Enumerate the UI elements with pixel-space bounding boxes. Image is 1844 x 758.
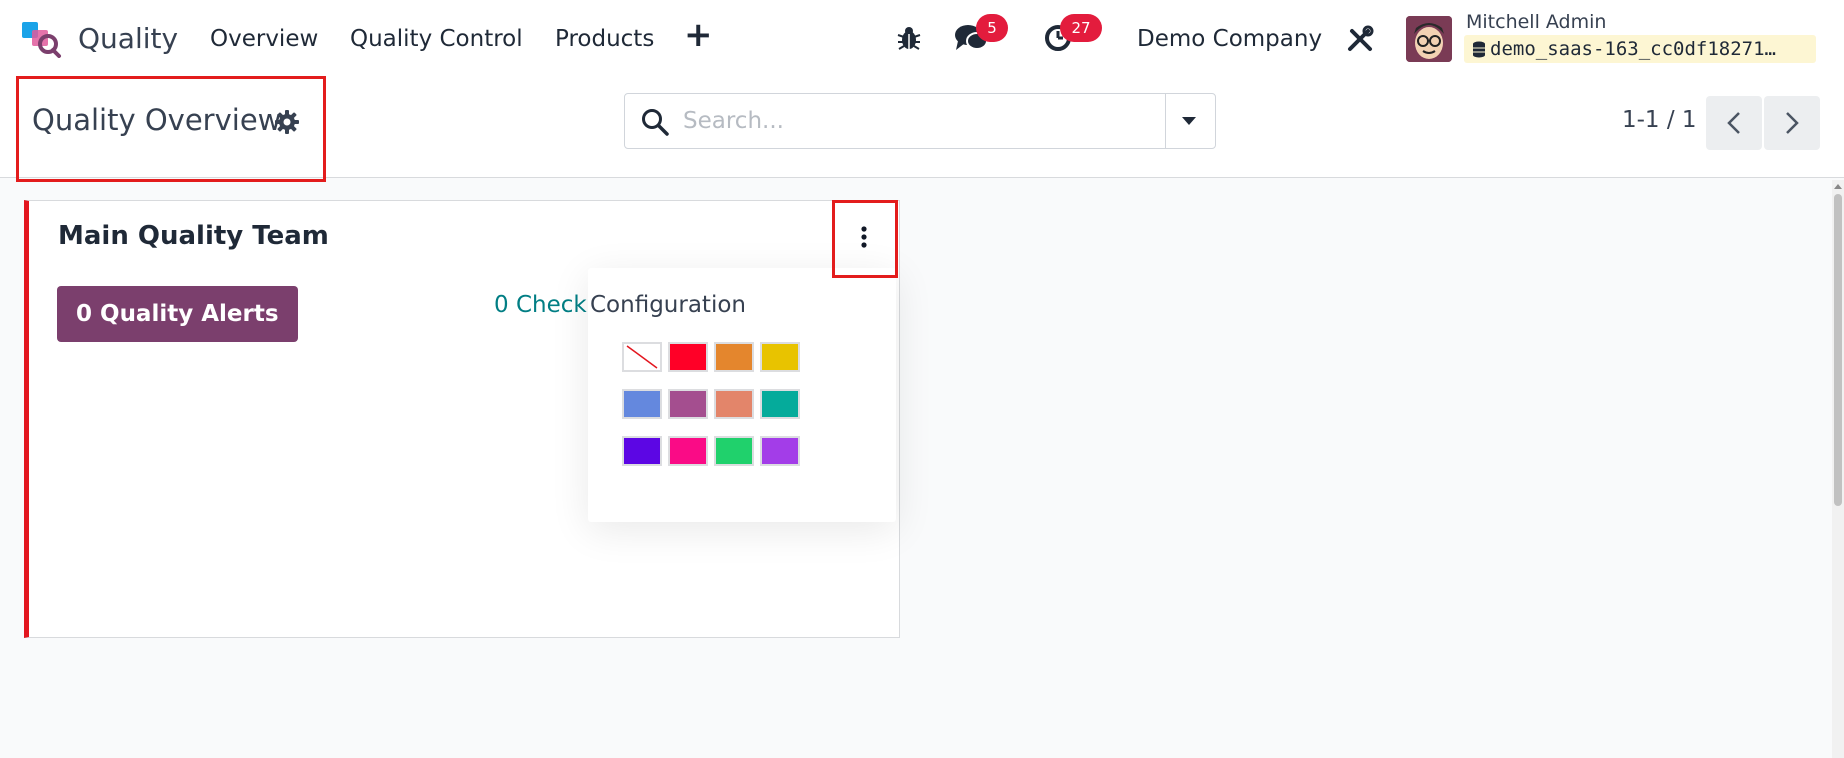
color-swatch-teal[interactable] (760, 389, 800, 419)
chevron-left-icon (1727, 112, 1740, 134)
color-swatch-salmon[interactable] (714, 389, 754, 419)
chevron-right-icon (1786, 112, 1799, 134)
search-input[interactable] (683, 104, 1143, 138)
color-swatch-orange[interactable] (714, 342, 754, 372)
search-bar (624, 93, 1216, 149)
pager-next-button[interactable] (1764, 96, 1820, 150)
user-avatar[interactable] (1406, 16, 1452, 62)
database-name: demo_saas-163_cc0df18271… (1490, 38, 1776, 60)
search-divider (1165, 94, 1166, 148)
app-name[interactable]: Quality (78, 22, 178, 55)
color-swatch-green[interactable] (714, 436, 754, 466)
pager-value[interactable]: 1-1 / 1 (1622, 107, 1697, 133)
database-icon (1473, 41, 1485, 58)
top-navbar: Quality Overview Quality Control Product… (0, 0, 1844, 76)
pager-previous-button[interactable] (1706, 96, 1762, 150)
quality-alerts-button[interactable]: 0 Quality Alerts (57, 286, 298, 342)
menu-highlight-box (832, 200, 898, 278)
menu-quality-control[interactable]: Quality Control (350, 26, 523, 52)
activities-badge: 27 (1060, 14, 1102, 42)
color-swatch-pink[interactable] (668, 436, 708, 466)
bug-icon[interactable] (896, 25, 922, 51)
color-swatch-purple[interactable] (668, 389, 708, 419)
plus-icon[interactable]: + (684, 18, 713, 52)
color-swatch-yellow[interactable] (760, 342, 800, 372)
quality-app-logo-icon[interactable] (22, 20, 62, 58)
no-color-icon (626, 345, 658, 369)
checks-link[interactable]: 0 Checks (494, 292, 599, 318)
scroll-up-arrow-icon[interactable] (1834, 182, 1842, 190)
color-swatch-violet[interactable] (622, 436, 662, 466)
color-swatch-lavender[interactable] (760, 436, 800, 466)
company-switcher[interactable]: Demo Company (1137, 26, 1322, 52)
menu-products[interactable]: Products (555, 26, 654, 52)
database-tag: demo_saas-163_cc0df18271… (1464, 35, 1816, 63)
team-title[interactable]: Main Quality Team (58, 221, 329, 251)
scrollbar[interactable] (1832, 180, 1844, 758)
color-swatch-none[interactable] (622, 342, 662, 372)
scrollbar-thumb[interactable] (1834, 194, 1842, 506)
card-dropdown-menu: Configuration (588, 268, 896, 522)
search-icon (642, 109, 669, 136)
messages-badge: 5 (976, 14, 1008, 42)
color-swatch-red[interactable] (668, 342, 708, 372)
tools-icon[interactable] (1346, 25, 1374, 53)
caret-down-icon[interactable] (1181, 116, 1197, 126)
title-highlight-box (16, 76, 326, 182)
user-name[interactable]: Mitchell Admin (1466, 11, 1606, 33)
menu-overview[interactable]: Overview (210, 26, 318, 52)
color-swatch-blue[interactable] (622, 389, 662, 419)
configuration-heading[interactable]: Configuration (590, 292, 746, 318)
